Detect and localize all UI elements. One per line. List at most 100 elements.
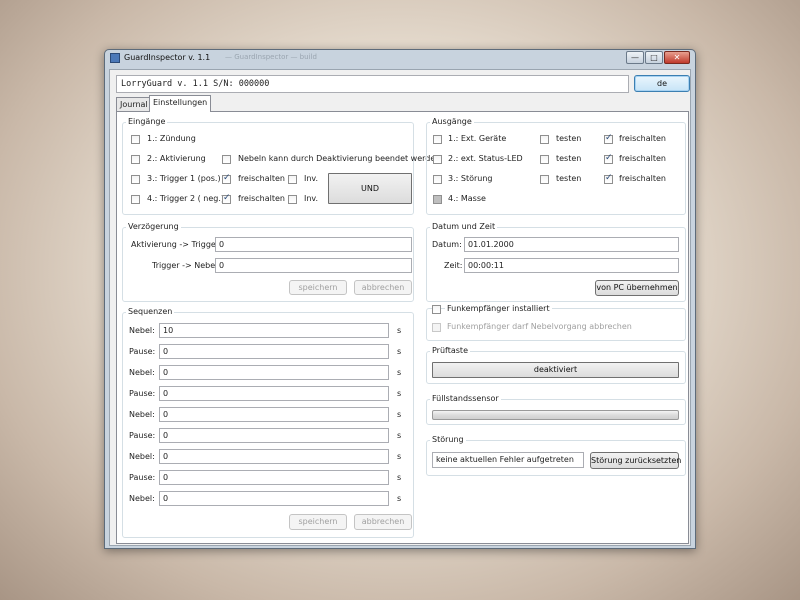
ausgang-2-label: 2.: ext. Status-LED xyxy=(448,154,523,163)
ausgang-1-testen-checkbox[interactable] xyxy=(540,135,549,144)
ausgang-3-freischalten-checkbox[interactable] xyxy=(604,173,613,184)
sequenz-4-label: Pause: xyxy=(129,389,156,398)
sequenz-8-input[interactable]: 0 xyxy=(159,470,389,485)
verzoegerung-save-button[interactable]: speichern xyxy=(289,280,347,295)
sequenz-3-unit: s xyxy=(397,368,402,377)
eingang-1-checkbox[interactable] xyxy=(131,135,140,144)
sequenzen-title: Sequenzen xyxy=(126,307,175,316)
pruftaste-title: Prüftaste xyxy=(430,346,470,355)
serial-display: LorryGuard v. 1.1 S/N: 000000 xyxy=(116,75,629,93)
ausgang-3-testen-checkbox[interactable] xyxy=(540,175,549,184)
eingang-4-inv-checkbox[interactable] xyxy=(288,195,297,204)
trigger-nebel-label: Trigger -> Nebel xyxy=(152,261,218,270)
sequenz-5-input[interactable]: 0 xyxy=(159,407,389,422)
sequenzen-cancel-button[interactable]: abbrechen xyxy=(354,514,412,530)
datum-label: Datum: xyxy=(432,240,462,249)
eingang-3-label: 3.: Trigger 1 (pos.) xyxy=(147,174,221,183)
sequenz-2-unit: s xyxy=(397,347,402,356)
verzoegerung-title: Verzögerung xyxy=(126,222,181,231)
ausgang-3-checkbox[interactable] xyxy=(433,175,442,184)
und-button[interactable]: UND xyxy=(328,173,412,204)
sequenz-8-unit: s xyxy=(397,473,402,482)
sequenz-2-input[interactable]: 0 xyxy=(159,344,389,359)
eingang-3-inv-checkbox[interactable] xyxy=(288,175,297,184)
tab-journal[interactable]: Journal xyxy=(116,97,152,112)
sequenz-4-input[interactable]: 0 xyxy=(159,386,389,401)
ausgang-3-freischalten-label: freischalten xyxy=(619,174,666,183)
ausgang-2-testen-checkbox[interactable] xyxy=(540,155,549,164)
eingang-3-inv-label: Inv. xyxy=(304,174,319,183)
close-button[interactable]: ✕ xyxy=(664,51,690,64)
funk-abort-checkbox[interactable] xyxy=(432,323,441,332)
sequenz-7-unit: s xyxy=(397,452,402,461)
pruftaste-button[interactable]: deaktiviert xyxy=(432,362,679,378)
eingang-4-label: 4.: Trigger 2 ( neg.) xyxy=(147,194,225,203)
maximize-button[interactable]: □ xyxy=(645,51,663,64)
eingang-4-inv-label: Inv. xyxy=(304,194,319,203)
ausgang-1-checkbox[interactable] xyxy=(433,135,442,144)
ausgang-2-testen-label: testen xyxy=(556,154,582,163)
sequenz-9-label: Nebel: xyxy=(129,494,155,503)
ausgang-2-freischalten-checkbox[interactable] xyxy=(604,153,613,164)
ausgang-3-testen-label: testen xyxy=(556,174,582,183)
sequenz-6-input[interactable]: 0 xyxy=(159,428,389,443)
app-icon xyxy=(110,53,120,63)
sequenz-5-label: Nebel: xyxy=(129,410,155,419)
ausgaenge-title: Ausgänge xyxy=(430,117,474,126)
sequenz-1-label: Nebel: xyxy=(129,326,155,335)
sequenzen-save-button[interactable]: speichern xyxy=(289,514,347,530)
minimize-button[interactable]: — xyxy=(626,51,644,64)
title-bar[interactable]: GuardInspector v. 1.1 — GuardInspector —… xyxy=(105,50,695,68)
main-window: GuardInspector v. 1.1 — GuardInspector —… xyxy=(104,49,696,549)
fuellstand-progress-bar xyxy=(432,410,679,420)
client-area: LorryGuard v. 1.1 S/N: 000000 de Journal… xyxy=(109,69,691,546)
stoerung-title: Störung xyxy=(430,435,466,444)
sequenz-7-input[interactable]: 0 xyxy=(159,449,389,464)
stoerung-status-field: keine aktuellen Fehler aufgetreten xyxy=(432,452,584,468)
eingang-4-freischalten-label: freischalten xyxy=(238,194,285,203)
window-title-ghost: — GuardInspector — build xyxy=(225,53,317,61)
eingang-2-checkbox[interactable] xyxy=(131,155,140,164)
eingang-3-freischalten-checkbox[interactable] xyxy=(222,173,231,184)
eingang-1-label: 1.: Zündung xyxy=(147,134,196,143)
ausgang-1-freischalten-checkbox[interactable] xyxy=(604,133,613,144)
eingang-4-checkbox[interactable] xyxy=(131,195,140,204)
ausgang-2-checkbox[interactable] xyxy=(433,155,442,164)
window-title: GuardInspector v. 1.1 xyxy=(124,53,211,62)
ausgang-1-testen-label: testen xyxy=(556,134,582,143)
datum-input[interactable]: 01.01.2000 xyxy=(464,237,679,252)
ausgang-3-label: 3.: Störung xyxy=(448,174,493,183)
sequenz-3-input[interactable]: 0 xyxy=(159,365,389,380)
eingang-3-checkbox[interactable] xyxy=(131,175,140,184)
nebel-deaktivierung-checkbox[interactable] xyxy=(222,155,231,164)
von-pc-button[interactable]: von PC übernehmen xyxy=(595,280,679,296)
sequenz-9-input[interactable]: 0 xyxy=(159,491,389,506)
sequenz-7-label: Nebel: xyxy=(129,452,155,461)
funk-abort-label: Funkempfänger darf Nebelvorgang abbreche… xyxy=(447,322,632,331)
sequenz-5-unit: s xyxy=(397,410,402,419)
sequenz-3-label: Nebel: xyxy=(129,368,155,377)
ausgang-4-checkbox[interactable] xyxy=(433,195,442,204)
eingaenge-title: Eingänge xyxy=(126,117,168,126)
aktivierung-trigger-input[interactable]: 0 xyxy=(215,237,412,252)
sequenz-9-unit: s xyxy=(397,494,402,503)
ausgang-2-freischalten-label: freischalten xyxy=(619,154,666,163)
funk-installed-label: Funkempfänger installiert xyxy=(445,304,552,313)
sequenz-8-label: Pause: xyxy=(129,473,156,482)
zeit-input[interactable]: 00:00:11 xyxy=(464,258,679,273)
verzoegerung-cancel-button[interactable]: abbrechen xyxy=(354,280,412,295)
fuellstand-title: Füllstandssensor xyxy=(430,394,501,403)
settings-panel: Eingänge 1.: Zündung 2.: Aktivierung Neb… xyxy=(116,111,689,544)
tab-einstellungen[interactable]: Einstellungen xyxy=(149,95,212,112)
datum-title: Datum und Zeit xyxy=(430,222,498,231)
eingang-3-freischalten-label: freischalten xyxy=(238,174,285,183)
ausgang-1-label: 1.: Ext. Geräte xyxy=(448,134,507,143)
stoerung-reset-button[interactable]: Störung zurücksetzten xyxy=(590,452,681,469)
eingang-4-freischalten-checkbox[interactable] xyxy=(222,193,231,204)
sequenz-1-input[interactable]: 10 xyxy=(159,323,389,338)
sequenz-1-unit: s xyxy=(397,326,402,335)
language-button[interactable]: de xyxy=(634,75,690,92)
sequenz-2-label: Pause: xyxy=(129,347,156,356)
funk-installed-checkbox[interactable] xyxy=(432,305,441,314)
trigger-nebel-input[interactable]: 0 xyxy=(215,258,412,273)
